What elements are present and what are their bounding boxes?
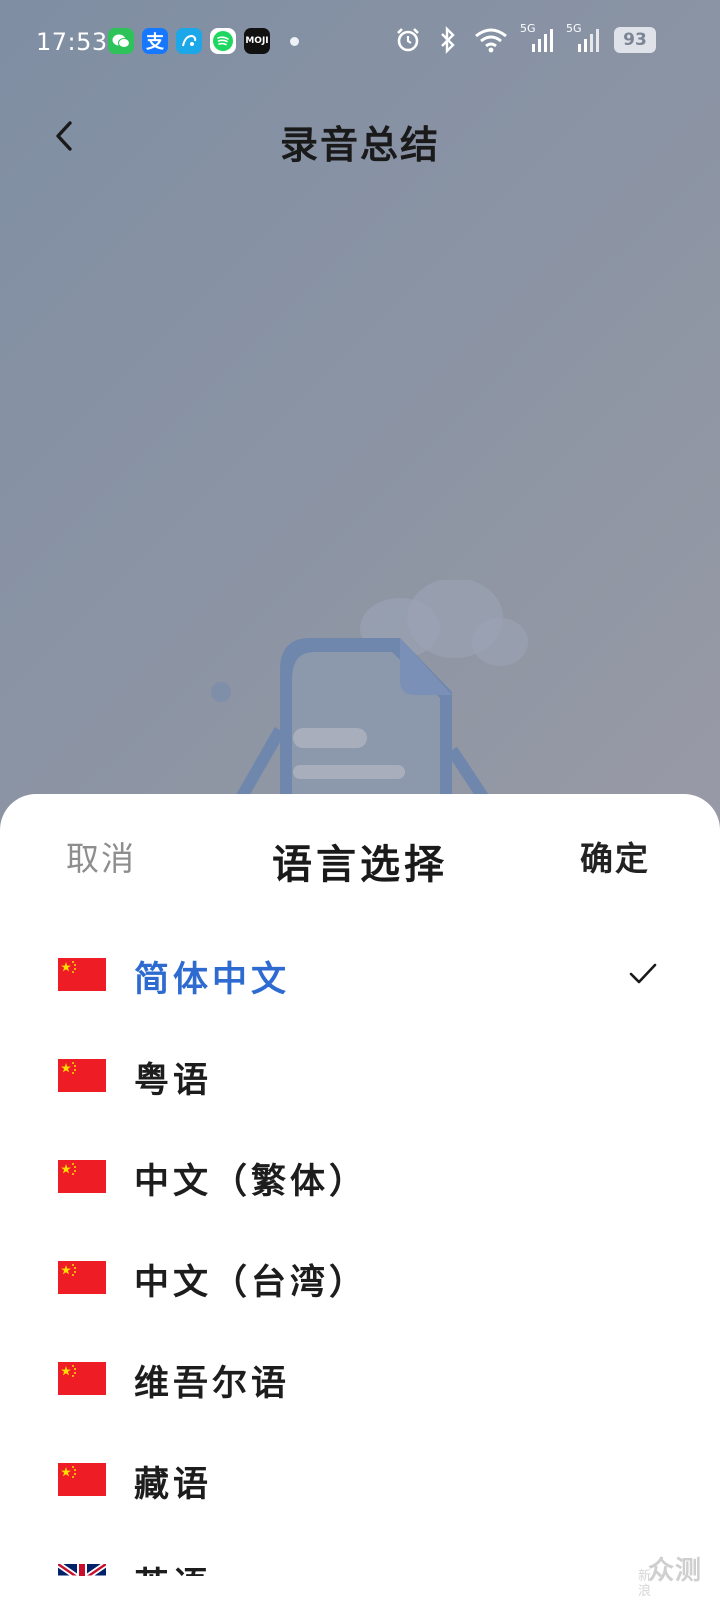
battery-icon: 93 [614,27,656,53]
system-icons: 5G 5G 93 [394,22,656,54]
signal-1-icon: 5G [520,22,554,54]
sheet-header: 取消 语言选择 确定 [0,794,720,918]
language-item[interactable]: 藏语 [0,1429,720,1530]
language-item[interactable]: 英语 [0,1530,720,1576]
china-flag-icon [58,1463,106,1496]
notification-icons: 支 MOJI [108,28,299,54]
app-icon-blue [176,28,202,54]
language-item[interactable]: 简体中文 [0,924,720,1025]
empty-state-illustration [200,578,560,804]
language-item[interactable]: 中文（繁体） [0,1126,720,1227]
bluetooth-icon [441,26,455,54]
moji-icon: MOJI [244,28,270,54]
status-bar: 17:53 支 MOJI 5G 5G 93 [0,0,720,86]
china-flag-icon [58,1261,106,1294]
language-label: 英语 [134,1557,212,1576]
more-notifications-dot [290,36,299,46]
china-flag-icon [58,1362,106,1395]
china-flag-icon [58,1160,106,1193]
page-title: 录音总结 [279,123,440,167]
uk-flag-icon [58,1564,106,1576]
spotify-icon [210,28,236,54]
china-flag-icon [58,1059,106,1092]
language-label: 中文（台湾） [134,1262,369,1303]
wifi-icon [475,28,507,53]
language-label: 藏语 [134,1464,213,1505]
language-picker-sheet: 取消 语言选择 确定 简体中文 粤语 中文（繁体） 中文（台湾） 维吾尔语 藏语 [0,794,720,1609]
china-flag-icon [58,958,106,991]
confirm-button[interactable]: 确定 [580,832,650,880]
watermark: 众测 [647,1556,702,1586]
language-item[interactable]: 维吾尔语 [0,1328,720,1429]
page-header: 录音总结 [0,100,720,180]
alarm-icon [397,28,419,52]
language-label: 粤语 [134,1060,213,1101]
language-label: 维吾尔语 [134,1363,291,1404]
language-item[interactable]: 中文（台湾） [0,1227,720,1328]
language-label: 中文（繁体） [134,1161,369,1202]
language-item[interactable]: 粤语 [0,1025,720,1126]
language-label: 简体中文 [134,959,291,1000]
status-time: 17:53 [36,28,108,56]
alipay-icon: 支 [142,28,168,54]
signal-2-icon: 5G [566,22,600,54]
checkmark-icon [629,963,657,984]
wechat-icon [108,28,134,54]
